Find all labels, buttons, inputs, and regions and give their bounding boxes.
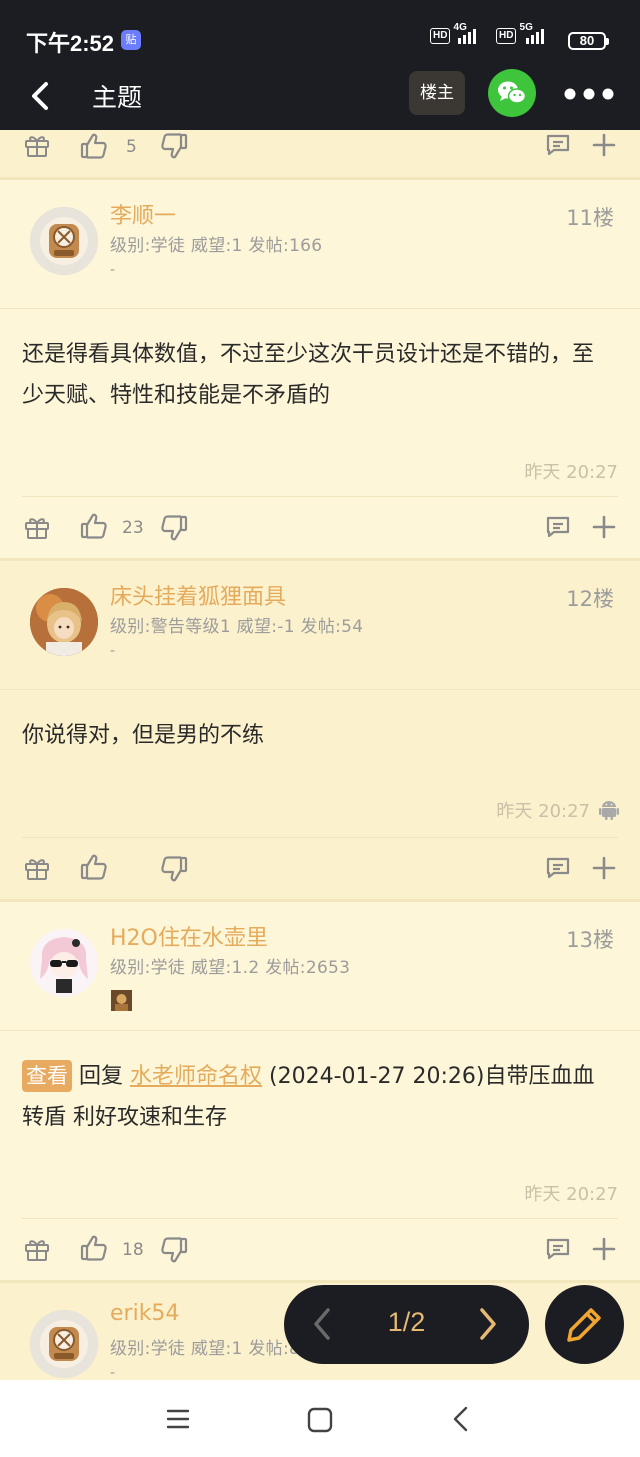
plus-icon[interactable] [592,133,616,157]
user-meta: 级别:警告等级1 威望:-1 发帖:54 [110,617,364,637]
comment-icon[interactable] [545,855,571,881]
page-title: 主题 [92,83,143,112]
avatar[interactable] [30,588,98,656]
only-op-button[interactable]: 楼主 [409,71,465,115]
divider [22,837,618,838]
gift-icon[interactable] [24,132,50,158]
user-avatar-image [30,588,98,656]
post-body: 还是得看具体数值，不过至少这次干员设计还是不错的，至少天赋、特性和技能是不矛盾的 [22,342,595,408]
thumbs-down-icon[interactable] [160,1236,188,1264]
post-body: 你说得对，但是男的不练 [22,723,265,748]
comment-icon[interactable] [545,1236,571,1262]
user-signature: - [110,262,116,278]
post-timestamp: 昨天 20:27 [524,462,618,483]
thumbs-up-icon[interactable] [80,512,108,540]
user-signature: - [110,1365,116,1380]
thread-content[interactable]: 5 李顺一 11楼 级别:学徒 威望:1 发帖:166 - 还是得看具体数值，不… [0,130,640,1380]
floor-number: 12楼 [566,587,614,611]
plus-icon[interactable] [592,856,616,880]
username[interactable]: erik54 [110,1301,179,1326]
post-actions: 23 [0,512,640,552]
post-actions [0,853,640,893]
wechat-icon [498,81,527,104]
more-options-icon[interactable] [562,84,616,104]
status-bar: 下午2:52 贴 HD 4G HD 5G 80 [0,0,640,62]
next-page-icon[interactable] [476,1305,500,1343]
like-count: 23 [122,518,144,538]
reply-prefix: 回复 [79,1064,124,1089]
battery-indicator: 80 [568,32,609,50]
gift-icon[interactable] [24,855,50,881]
signal-group-2: HD 5G [496,22,546,50]
plus-icon[interactable] [592,515,616,539]
post-body: 查看 回复 水老师命名权 (2024-01-27 20:26)自带压血血转盾 利… [22,1056,612,1138]
avatar[interactable] [30,929,98,997]
user-meta: 级别:学徒 威望:1 发帖:81 [110,1339,312,1359]
view-quote-button[interactable]: 查看 [22,1060,72,1092]
signal-5g-icon: 5G [520,22,546,44]
thumbs-up-icon[interactable] [80,1234,108,1262]
user-badge-icon [111,990,132,1011]
user-meta: 级别:学徒 威望:1.2 发帖:2653 [110,958,351,978]
wechat-share-button[interactable] [488,69,536,117]
user-meta: 级别:学徒 威望:1 发帖:166 [110,236,323,256]
android-icon [599,801,619,820]
post-floor-12: 床头挂着狐狸面具 12楼 级别:警告等级1 威望:-1 发帖:54 - 你说得对… [0,561,640,899]
thumbs-up-icon[interactable] [80,853,108,881]
username[interactable]: 床头挂着狐狸面具 [110,579,286,611]
divider [22,1218,618,1219]
post-floor-11: 李顺一 11楼 级别:学徒 威望:1 发帖:166 - 还是得看具体数值，不过至… [0,180,640,558]
username[interactable]: H2O住在水壶里 [110,920,268,952]
like-count: 5 [126,137,137,157]
post-timestamp: 昨天 20:27 [524,1184,618,1205]
reply-user-link[interactable]: 水老师命名权 [130,1064,262,1089]
thumbs-down-icon[interactable] [160,514,188,542]
back-arrow-icon[interactable] [26,78,56,114]
divider [22,496,618,497]
user-signature: - [110,643,116,659]
comment-icon[interactable] [545,514,571,540]
divider [0,1030,640,1031]
tieba-notification-icon: 贴 [121,30,141,50]
gift-icon[interactable] [24,1236,50,1262]
post-floor-13: H2O住在水壶里 13楼 级别:学徒 威望:1.2 发帖:2653 查看 回复 … [0,902,640,1280]
pencil-icon [567,1308,601,1342]
thumbs-up-icon[interactable] [80,132,108,160]
default-avatar-icon [30,1310,98,1378]
status-time: 下午2:52 [26,31,115,56]
recent-apps-icon[interactable] [166,1408,190,1430]
system-navigation-bar [0,1380,640,1457]
system-back-icon[interactable] [450,1405,472,1433]
post-actions: 18 [0,1234,640,1274]
avatar[interactable] [30,1310,98,1378]
post-timestamp: 昨天 20:27 [496,801,590,822]
previous-post-actions: 5 [0,130,640,177]
home-icon[interactable] [307,1407,333,1433]
gift-icon[interactable] [24,514,50,540]
divider [0,308,640,309]
signal-4g-icon: 4G [454,22,480,44]
floor-number: 11楼 [566,206,614,230]
thumbs-down-icon[interactable] [160,132,188,160]
hd-icon: HD [430,28,451,44]
like-count: 18 [122,1240,144,1260]
username[interactable]: 李顺一 [110,198,176,230]
default-avatar-icon [30,207,98,275]
hd-icon: HD [496,28,517,44]
thumbs-down-icon[interactable] [160,855,188,883]
comment-icon[interactable] [545,132,571,158]
page-navigator: 1/2 [284,1285,529,1364]
user-avatar-image [30,929,98,997]
top-nav-bar: 主题 楼主 [0,62,640,130]
avatar[interactable] [30,207,98,275]
compose-reply-button[interactable] [545,1285,624,1364]
signal-group-1: HD 4G [430,22,480,50]
floor-number: 13楼 [566,928,614,952]
divider [0,689,640,690]
plus-icon[interactable] [592,1237,616,1261]
